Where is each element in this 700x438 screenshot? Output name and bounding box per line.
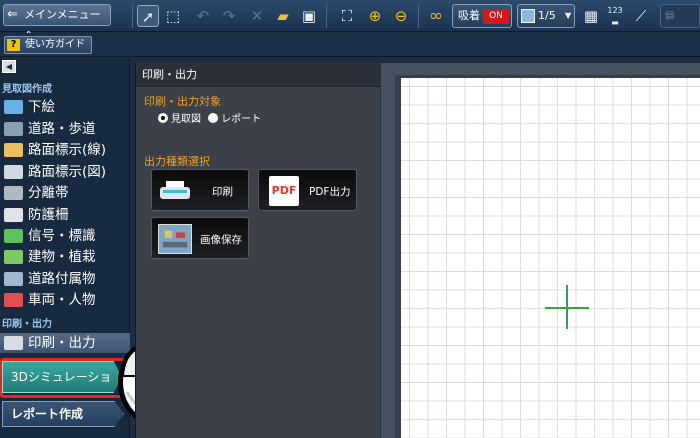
sidebar-item-building[interactable]: 建物・植栽 [4,247,128,267]
sidebar-item-label: 路面標示(図) [28,164,107,180]
open-folder-icon[interactable]: ▰ [272,5,294,27]
toolbar-separator [132,4,133,28]
output-target-radio-group: 見取図 レポート [158,113,261,127]
road-fixture-icon [4,272,23,286]
printer-icon [4,336,23,350]
traffic-signal-icon [4,229,23,243]
output-target-heading: 印刷・出力対象 [144,95,221,108]
grid-icon [521,9,535,23]
section-heading-sketch: 見取図作成 [2,84,52,95]
numbering-icon[interactable]: 123 ▬ [604,5,626,27]
print-button[interactable]: 印刷 [151,169,249,211]
fit-screen-icon[interactable]: ⛶ [336,5,358,27]
sidebar-item-road-marking-figure[interactable]: 路面標示(図) [4,162,128,182]
sidebar-item-median[interactable]: 分離帯 [4,183,128,203]
building-icon [4,250,23,264]
sidebar-item-label: 路面標示(線) [28,142,107,158]
image-save-icon [158,224,192,254]
sidebar-item-label: 道路付属物 [28,271,96,287]
output-type-heading: 出力種類選択 [144,155,210,168]
panel-title: 印刷・出力 [136,63,381,87]
vertical-ruler [381,63,395,438]
toolbar-separator [418,4,419,28]
save-image-label: 画像保存 [200,234,242,246]
sidebar-item-vehicle[interactable]: 車両・人物 [4,290,128,310]
drawing-sheet[interactable] [401,78,700,438]
toolbar-separator [326,4,327,28]
back-arrow-icon: ⇐ [7,7,18,22]
guardrail-icon [4,208,23,222]
sidebar-item-print[interactable]: 印刷・出力 [0,333,130,353]
sidebar-item-road[interactable]: 道路・歩道 [4,119,128,139]
sidebar-item-label: 下絵 [28,99,55,115]
sidebar-item-label: 防護柵 [28,207,69,223]
zoom-out-icon[interactable]: ⊖ [390,5,412,27]
drawing-canvas[interactable] [381,63,700,438]
redo-icon[interactable]: ↷ [218,5,240,27]
multi-select-icon[interactable]: ⬚ [162,5,184,27]
crosshair-cursor [566,285,568,329]
sidebar-item-label: 信号・標識 [28,228,96,244]
left-sidebar: ◀ 見取図作成 下絵 道路・歩道 路面標示(線) 路面標示(図) 分離帯 防護柵… [0,58,130,438]
snap-label: 吸着 [458,9,480,22]
print-label: 印刷 [212,186,233,198]
undo-icon[interactable]: ↶ [192,5,214,27]
section-heading-output: 印刷・出力 [2,319,52,330]
underlay-icon [4,100,23,114]
main-toolbar: ⇐ メインメニューへ ➚ ⬚ ↶ ↷ ✕ ▰ ▣ ⛶ ⊕ ⊖ ∞ 吸着 ON 1… [0,0,700,41]
sidebar-item-guardrail[interactable]: 防護柵 [4,205,128,225]
road-icon [4,122,23,136]
3d-simulation-button[interactable]: 3Dシミュレーション [2,361,122,393]
usage-guide-label: 使い方ガイド [25,39,85,50]
sidebar-item-label: 印刷・出力 [28,335,96,351]
scale-dropdown[interactable]: 1/5 ▼ [517,4,575,28]
zoom-in-icon[interactable]: ⊕ [364,5,386,27]
pdf-output-label: PDF出力 [309,186,351,198]
road-marking-line-icon [4,143,23,157]
sidebar-item-label: 分離帯 [28,185,69,201]
horizontal-ruler [381,63,700,75]
collapse-sidebar-icon[interactable]: ◀ [2,60,16,73]
select-pointer-icon[interactable]: ➚ [137,5,159,27]
delete-icon[interactable]: ✕ [246,5,268,27]
sidebar-item-road-marking-line[interactable]: 路面標示(線) [4,140,128,160]
sidebar-item-signal[interactable]: 信号・標識 [4,226,128,246]
chevron-down-icon: ▼ [565,11,572,20]
sidebar-item-label: 道路・歩道 [28,121,96,137]
vehicle-icon [4,293,23,307]
sidebar-item-underlay[interactable]: 下絵 [4,97,128,117]
grid-toggle-icon[interactable]: ▦ [580,5,602,27]
radio-report-label: レポート [221,114,262,125]
snap-toggle[interactable]: 吸着 ON [452,4,512,28]
main-menu-button[interactable]: ⇐ メインメニューへ [3,4,111,41]
usage-guide-button[interactable]: ? 使い方ガイド [4,36,92,54]
sidebar-item-road-fixture[interactable]: 道路付属物 [4,269,128,289]
sidebar-item-label: 建物・植栽 [28,249,96,265]
snap-state-badge: ON [483,9,509,24]
scale-value: 1/5 [538,9,556,22]
save-image-button[interactable]: 画像保存 [151,217,249,259]
road-marking-figure-icon [4,165,23,179]
secondary-toolbar: ? 使い方ガイド [0,33,700,57]
printer-icon [160,181,190,199]
sidebar-item-label: 車両・人物 [28,292,96,308]
help-icon: ? [7,39,20,51]
radio-sketch[interactable] [158,113,168,123]
snap-magnet-icon[interactable]: ∞ [425,5,447,27]
toolbar-right-item[interactable]: ▤ [660,4,700,28]
ruler-icon[interactable]: ⟋ [630,5,652,27]
pdf-icon: PDF [269,176,299,206]
numbering-label: 123 [607,6,623,15]
radio-sketch-label: 見取図 [171,114,201,125]
radio-report[interactable] [208,113,219,123]
save-icon[interactable]: ▣ [298,5,320,27]
median-icon [4,186,23,200]
print-output-panel: 印刷・出力 印刷・出力対象 見取図 レポート 出力種類選択 印刷 PDF PDF… [135,63,381,438]
pdf-output-button[interactable]: PDF PDF出力 [258,169,357,211]
create-report-button[interactable]: レポート作成 [2,401,124,427]
